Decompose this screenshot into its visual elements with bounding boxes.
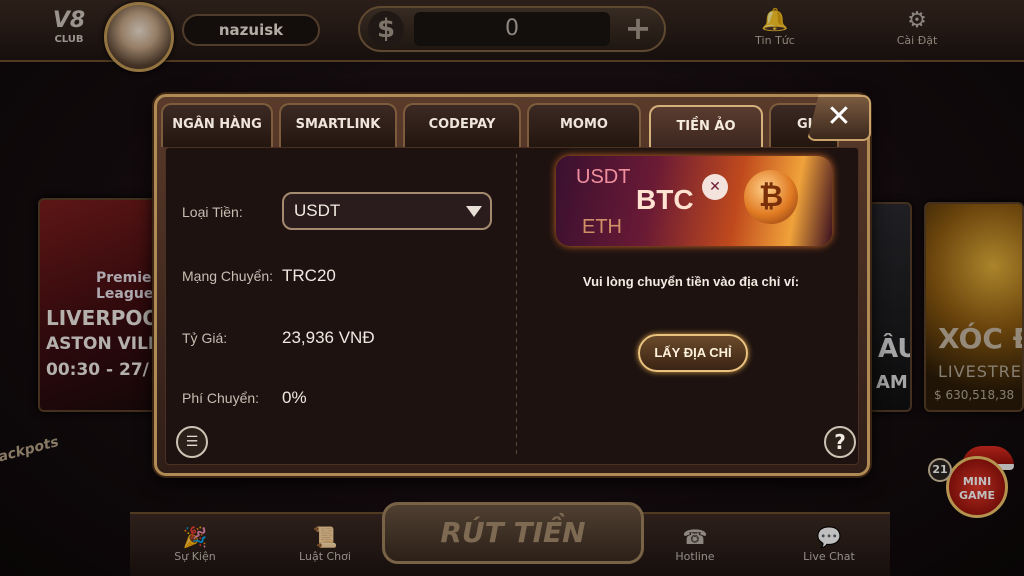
rate-value: 23,936 VNĐ bbox=[282, 328, 375, 347]
rate-label: Tỷ Giá: bbox=[182, 330, 228, 346]
chevron-down-icon bbox=[466, 206, 482, 217]
payment-tabs: NGÂN HÀNG SMARTLINK CODEPAY MOMO TIỀN ẢO… bbox=[157, 97, 867, 149]
currency-type-label: Loại Tiền: bbox=[182, 204, 243, 220]
network-label: Mạng Chuyển: bbox=[182, 268, 274, 284]
banner-eth: ETH bbox=[582, 216, 622, 238]
tab-momo[interactable]: MOMO bbox=[527, 103, 641, 147]
currency-select[interactable]: USDT bbox=[282, 192, 492, 230]
banner-usdt: USDT bbox=[576, 166, 631, 188]
bitcoin-coin-icon: ₿ bbox=[744, 170, 798, 224]
get-address-button[interactable]: LẤY ĐỊA CHỈ bbox=[638, 334, 748, 372]
tab-codepay[interactable]: CODEPAY bbox=[403, 103, 521, 147]
column-divider bbox=[516, 154, 517, 454]
banner-btc: BTC bbox=[636, 184, 694, 215]
transfer-instruction: Vui lòng chuyển tiền vào địa chỉ ví: bbox=[582, 274, 800, 289]
fee-label: Phí Chuyển: bbox=[182, 390, 260, 406]
deposit-dialog: NGÂN HÀNG SMARTLINK CODEPAY MOMO TIỀN ẢO… bbox=[154, 94, 871, 476]
crypto-banner: USDT BTC ETH ✕ ₿ bbox=[556, 156, 832, 246]
network-value: TRC20 bbox=[282, 266, 336, 285]
currency-select-value: USDT bbox=[294, 201, 341, 220]
fee-value: 0% bbox=[282, 388, 307, 407]
tab-smartlink[interactable]: SMARTLINK bbox=[279, 103, 397, 147]
notes-icon[interactable]: ☰ bbox=[176, 426, 208, 458]
help-icon[interactable]: ? bbox=[824, 426, 856, 458]
ripple-coin-icon: ✕ bbox=[702, 174, 728, 200]
tab-tien-ao[interactable]: TIỀN ẢO bbox=[649, 105, 763, 149]
tab-ngan-hang[interactable]: NGÂN HÀNG bbox=[161, 103, 273, 147]
dialog-content: Loại Tiền: USDT Mạng Chuyển: TRC20 Tỷ Gi… bbox=[165, 147, 859, 465]
